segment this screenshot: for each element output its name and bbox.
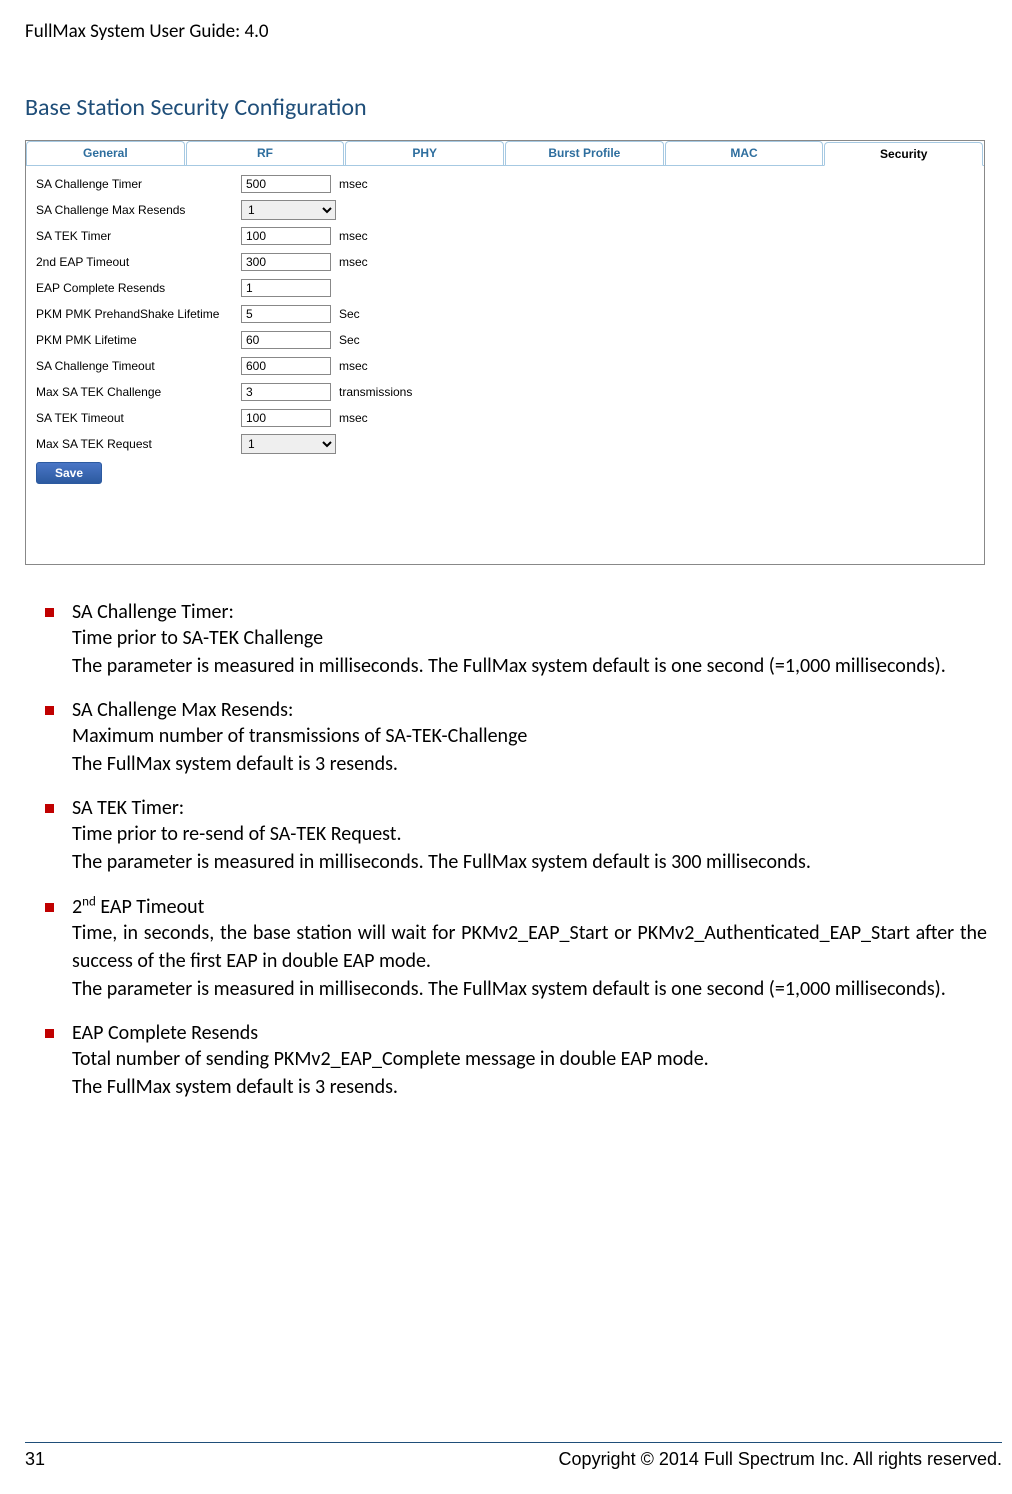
copyright-text: Copyright © 2014 Full Spectrum Inc. All … xyxy=(559,1449,1002,1470)
form-body: SA Challenge Timer msec SA Challenge Max R… xyxy=(26,166,984,564)
tab-general[interactable]: General xyxy=(26,141,185,165)
field-input[interactable] xyxy=(241,175,331,193)
field-input[interactable] xyxy=(241,305,331,323)
tab-mac[interactable]: MAC xyxy=(665,141,824,165)
bullet-text: The FullMax system default is 3 resends. xyxy=(72,1073,987,1101)
save-button[interactable]: Save xyxy=(36,462,102,484)
field-label: SA TEK Timeout xyxy=(36,411,241,425)
bullet-title: 2nd EAP Timeout xyxy=(72,895,204,919)
field-unit: Sec xyxy=(339,333,360,347)
form-row: SA TEK Timeout msec xyxy=(36,406,974,430)
field-label: 2nd EAP Timeout xyxy=(36,255,241,269)
form-row: Max SA TEK Request1 xyxy=(36,432,974,456)
tab-rf[interactable]: RF xyxy=(186,141,345,165)
bullet-text: Time, in seconds, the base station will … xyxy=(72,919,987,975)
field-input[interactable]: 1 xyxy=(241,200,336,220)
page-number: 31 xyxy=(25,1449,45,1470)
field-unit: msec xyxy=(339,177,368,191)
bullet-title: SA TEK Timer: xyxy=(72,796,184,820)
list-item: 2nd EAP TimeoutTime, in seconds, the bas… xyxy=(45,894,987,1003)
bullet-text: Total number of sending PKMv2_EAP_Comple… xyxy=(72,1045,987,1073)
field-input[interactable] xyxy=(241,383,331,401)
tab-burst-profile[interactable]: Burst Profile xyxy=(505,141,664,165)
field-input[interactable] xyxy=(241,409,331,427)
field-label: PKM PMK PrehandShake Lifetime xyxy=(36,307,241,321)
field-unit: transmissions xyxy=(339,385,412,399)
bullet-text: The FullMax system default is 3 resends. xyxy=(72,750,987,778)
form-row: PKM PMK Lifetime Sec xyxy=(36,328,974,352)
form-row: EAP Complete Resends xyxy=(36,276,974,300)
bullet-icon xyxy=(45,706,54,715)
list-item: SA Challenge Max Resends:Maximum number … xyxy=(45,698,987,778)
field-unit: msec xyxy=(339,411,368,425)
field-input[interactable] xyxy=(241,279,331,297)
tab-security[interactable]: Security xyxy=(824,142,983,166)
field-unit: msec xyxy=(339,359,368,373)
list-item: SA TEK Timer:Time prior to re-send of SA… xyxy=(45,796,987,876)
bullet-text: Time prior to re-send of SA-TEK Request. xyxy=(72,820,987,848)
section-title: Base Station Security Configuration xyxy=(25,93,987,122)
bullet-icon xyxy=(45,804,54,813)
form-row: PKM PMK PrehandShake Lifetime Sec xyxy=(36,302,974,326)
bullet-title: EAP Complete Resends xyxy=(72,1021,258,1045)
form-row: SA Challenge Timeout msec xyxy=(36,354,974,378)
form-row: SA Challenge Timer msec xyxy=(36,172,974,196)
field-input[interactable] xyxy=(241,227,331,245)
doc-header: FullMax System User Guide: 4.0 xyxy=(25,20,987,43)
tab-bar: GeneralRFPHYBurst ProfileMACSecurity xyxy=(26,141,984,166)
bullet-icon xyxy=(45,608,54,617)
field-input[interactable] xyxy=(241,357,331,375)
field-label: EAP Complete Resends xyxy=(36,281,241,295)
form-row: SA TEK Timer msec xyxy=(36,224,974,248)
field-label: PKM PMK Lifetime xyxy=(36,333,241,347)
page-footer: 31 Copyright © 2014 Full Spectrum Inc. A… xyxy=(25,1442,1002,1470)
list-item: SA Challenge Timer:Time prior to SA-TEK … xyxy=(45,600,987,680)
bullet-text: The parameter is measured in millisecond… xyxy=(72,848,987,876)
bullet-icon xyxy=(45,903,54,912)
bullet-icon xyxy=(45,1029,54,1038)
bullet-title: SA Challenge Timer: xyxy=(72,600,234,624)
bullet-text: The parameter is measured in millisecond… xyxy=(72,975,987,1003)
field-label: SA Challenge Timer xyxy=(36,177,241,191)
form-row: Max SA TEK Challenge transmissions xyxy=(36,380,974,404)
config-panel: GeneralRFPHYBurst ProfileMACSecurity SA … xyxy=(25,140,985,565)
bullet-text: The parameter is measured in millisecond… xyxy=(72,652,987,680)
field-unit: msec xyxy=(339,255,368,269)
field-input[interactable]: 1 xyxy=(241,434,336,454)
form-row: SA Challenge Max Resends1 xyxy=(36,198,974,222)
field-unit: msec xyxy=(339,229,368,243)
bullet-title: SA Challenge Max Resends: xyxy=(72,698,293,722)
field-label: Max SA TEK Request xyxy=(36,437,241,451)
field-unit: Sec xyxy=(339,307,360,321)
field-label: SA TEK Timer xyxy=(36,229,241,243)
parameter-descriptions: SA Challenge Timer:Time prior to SA-TEK … xyxy=(25,600,987,1101)
field-label: SA Challenge Timeout xyxy=(36,359,241,373)
field-input[interactable] xyxy=(241,253,331,271)
bullet-text: Maximum number of transmissions of SA-TE… xyxy=(72,722,987,750)
tab-phy[interactable]: PHY xyxy=(345,141,504,165)
form-row: 2nd EAP Timeout msec xyxy=(36,250,974,274)
field-label: SA Challenge Max Resends xyxy=(36,203,241,217)
list-item: EAP Complete ResendsTotal number of send… xyxy=(45,1021,987,1101)
bullet-text: Time prior to SA-TEK Challenge xyxy=(72,624,987,652)
field-input[interactable] xyxy=(241,331,331,349)
field-label: Max SA TEK Challenge xyxy=(36,385,241,399)
